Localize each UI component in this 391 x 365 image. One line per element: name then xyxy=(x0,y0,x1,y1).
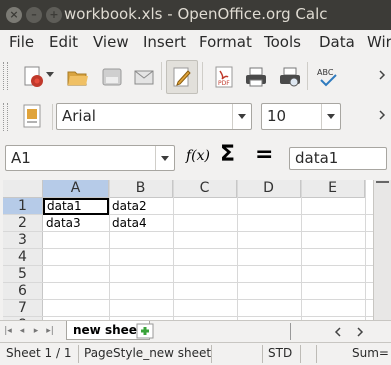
chevron-down-icon[interactable] xyxy=(321,104,340,129)
menu-file[interactable]: File xyxy=(9,33,34,51)
cell-a1[interactable]: data1 xyxy=(43,198,109,215)
chevron-down-icon[interactable] xyxy=(232,104,251,129)
sheet-position: Sheet 1 / 1 xyxy=(6,346,72,360)
row-header-5[interactable]: 5 xyxy=(3,266,43,283)
row-header-7[interactable]: 7 xyxy=(3,300,43,317)
save-icon[interactable] xyxy=(100,65,124,89)
sum-indicator: Sum= xyxy=(352,346,389,360)
toolbar-overflow-icon[interactable] xyxy=(378,110,388,122)
font-size-value: 10 xyxy=(267,107,287,125)
row-header-2[interactable]: 2 xyxy=(3,215,43,232)
sum-button[interactable]: Σ xyxy=(220,142,235,167)
function-wizard-button[interactable]: f(x) xyxy=(186,148,210,164)
scroll-left-icon[interactable] xyxy=(334,327,342,337)
menu-data[interactable]: Data xyxy=(319,33,355,51)
scroll-left-marker[interactable] xyxy=(290,323,301,340)
formatting-toolbar: Arial 10 xyxy=(0,98,391,137)
add-sheet-icon[interactable] xyxy=(136,323,154,339)
row-header-3[interactable]: 3 xyxy=(3,232,43,249)
styles-formatting-icon[interactable] xyxy=(20,103,44,129)
export-pdf-icon[interactable]: PDF xyxy=(212,65,236,89)
horizontal-scrollbar[interactable] xyxy=(290,323,390,340)
cell-a2[interactable]: data3 xyxy=(44,216,109,231)
chevron-down-icon[interactable] xyxy=(46,70,54,78)
email-icon[interactable] xyxy=(132,65,156,89)
cell-b2[interactable]: data4 xyxy=(110,216,173,231)
name-box-value: A1 xyxy=(11,149,31,167)
row-header-4[interactable]: 4 xyxy=(3,249,43,266)
previous-sheet-button[interactable]: ◂ xyxy=(18,325,26,338)
toolbar-overflow-icon[interactable] xyxy=(378,70,388,82)
spreadsheet-grid[interactable]: A B C D E 1 2 3 4 5 6 7 8 data1 data2 da… xyxy=(3,180,389,320)
column-header-d[interactable]: D xyxy=(237,180,301,198)
next-sheet-button[interactable]: ▸ xyxy=(32,325,40,338)
column-header-a[interactable]: A xyxy=(43,180,109,198)
scroll-right-icon[interactable] xyxy=(356,327,364,337)
page-style[interactable]: PageStyle_new sheet xyxy=(84,346,211,360)
menu-window[interactable]: Wir xyxy=(367,33,391,51)
print-icon[interactable] xyxy=(244,65,268,89)
menu-insert[interactable]: Insert xyxy=(143,33,186,51)
new-document-icon[interactable] xyxy=(22,65,46,89)
menu-format[interactable]: Format xyxy=(199,33,252,51)
maximize-window-button[interactable]: + xyxy=(46,7,62,23)
chevron-down-icon[interactable] xyxy=(155,146,174,170)
row-header-1[interactable]: 1 xyxy=(3,198,43,215)
edit-file-button[interactable] xyxy=(166,60,198,94)
open-folder-icon[interactable] xyxy=(66,65,90,89)
selection-mode[interactable]: STD xyxy=(268,346,292,360)
vertical-scrollbar[interactable] xyxy=(373,180,391,320)
toolbar-grip[interactable] xyxy=(3,103,8,131)
toolbar-grip[interactable] xyxy=(3,62,8,90)
menu-bar: File Edit View Insert Format Tools Data … xyxy=(0,30,391,54)
last-sheet-button[interactable]: ▸| xyxy=(46,325,54,338)
spellcheck-icon[interactable]: ABC xyxy=(316,65,342,89)
input-line[interactable]: data1 xyxy=(289,147,387,170)
font-name-combo[interactable]: Arial xyxy=(56,103,252,130)
column-header-e[interactable]: E xyxy=(301,180,365,198)
function-button[interactable]: = xyxy=(255,142,273,167)
sheet-tab-bar: |◂ ◂ ▸ ▸| new sheet xyxy=(0,320,391,343)
input-line-value: data1 xyxy=(295,149,339,167)
minimize-window-button[interactable]: – xyxy=(26,7,42,23)
status-bar: Sheet 1 / 1 PageStyle_new sheet STD Sum= xyxy=(0,342,391,365)
window-title: workbook.xls - OpenOffice.org Calc xyxy=(64,5,328,23)
formula-bar: A1 f(x) Σ = data1 xyxy=(0,136,391,176)
cell-b1[interactable]: data2 xyxy=(110,199,173,214)
row-header-6[interactable]: 6 xyxy=(3,283,43,300)
print-preview-icon[interactable] xyxy=(278,65,302,89)
edit-file-icon xyxy=(173,67,191,87)
menu-tools[interactable]: Tools xyxy=(264,33,301,51)
first-sheet-button[interactable]: |◂ xyxy=(4,325,12,338)
font-name-value: Arial xyxy=(62,107,96,125)
column-header-c[interactable]: C xyxy=(173,180,237,198)
font-size-combo[interactable]: 10 xyxy=(261,103,341,130)
title-bar: × – + workbook.xls - OpenOffice.org Calc xyxy=(0,0,391,30)
standard-toolbar: PDF ABC xyxy=(0,54,391,99)
svg-text:ABC: ABC xyxy=(317,68,334,77)
select-all-corner[interactable] xyxy=(3,180,43,198)
column-header-b[interactable]: B xyxy=(109,180,173,198)
menu-edit[interactable]: Edit xyxy=(49,33,78,51)
name-box[interactable]: A1 xyxy=(5,145,175,171)
scroll-top-marker[interactable] xyxy=(376,181,389,193)
menu-view[interactable]: View xyxy=(93,33,129,51)
svg-text:PDF: PDF xyxy=(218,80,230,87)
close-window-button[interactable]: × xyxy=(6,7,22,23)
